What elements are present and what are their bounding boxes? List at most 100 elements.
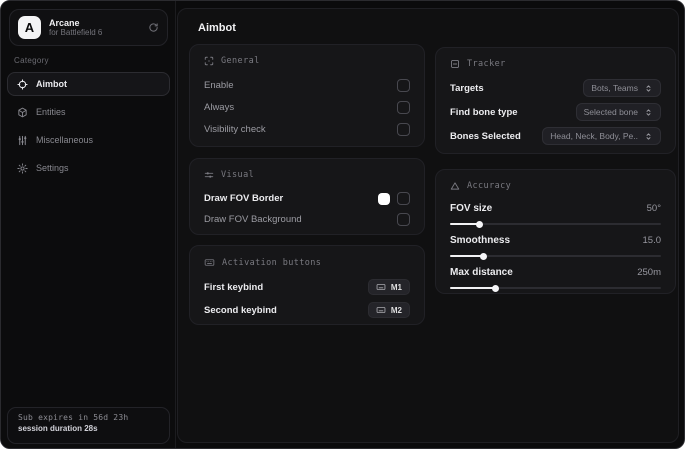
keyboard-icon (376, 282, 386, 292)
enable-checkbox[interactable] (397, 79, 410, 92)
sync-icon[interactable] (148, 22, 159, 33)
sidebar-item-entities[interactable]: Entities (7, 100, 170, 124)
bones-selected-value: Head, Neck, Body, Pe.. (550, 131, 638, 141)
page-title: Aimbot (198, 22, 236, 34)
fov-size-slider[interactable] (450, 220, 661, 228)
first-keybind-value: M1 (390, 282, 402, 292)
accuracy-card: Accuracy FOV size 50° Smoothness 15.0 Ma… (435, 169, 676, 294)
sidebar-item-settings[interactable]: Settings (7, 156, 170, 180)
fov-size-head: FOV size 50° (450, 203, 661, 214)
activation-header-label: Activation buttons (222, 257, 322, 268)
find-bone-type-row: Find bone type Selected bone (450, 103, 661, 121)
draw-fov-background-row: Draw FOV Background (204, 213, 410, 226)
bones-selected-label: Bones Selected (450, 130, 521, 142)
main-panel: Aimbot General Enable Always Visibility … (177, 8, 679, 443)
slider-fill (450, 252, 487, 260)
draw-fov-border-row: Draw FOV Border (204, 192, 410, 205)
brand-card[interactable]: A Arcane for Battlefield 6 (9, 9, 168, 46)
visibility-check-row: Visibility check (204, 123, 410, 136)
scan-target-icon (204, 56, 214, 66)
second-keybind-value: M2 (390, 305, 402, 315)
slider-thumb[interactable] (492, 284, 500, 292)
sidebar: A Arcane for Battlefield 6 Category Aimb… (1, 1, 176, 448)
cube-icon (17, 107, 28, 118)
always-row: Always (204, 101, 410, 114)
draw-fov-border-controls (378, 192, 410, 205)
vertical-sliders-icon (17, 135, 28, 146)
max-distance-slider[interactable] (450, 284, 661, 292)
targets-row: Targets Bots, Teams (450, 79, 661, 97)
max-distance-value: 250m (637, 267, 661, 278)
draw-fov-background-checkbox[interactable] (397, 213, 410, 226)
draw-fov-border-label: Draw FOV Border (204, 193, 284, 204)
second-keybind-row: Second keybind M2 (204, 302, 410, 318)
sidebar-item-label: Aimbot (36, 79, 67, 89)
draw-fov-border-checkbox[interactable] (397, 192, 410, 205)
app-logo-letter: A (24, 20, 35, 35)
always-checkbox[interactable] (397, 101, 410, 114)
smoothness-value: 15.0 (642, 235, 662, 246)
session-duration-text: session duration 28s (18, 424, 98, 433)
smoothness-head: Smoothness 15.0 (450, 235, 661, 246)
always-label: Always (204, 102, 235, 113)
unfold-icon (644, 84, 653, 93)
visual-header-label: Visual (221, 170, 255, 180)
tracker-header-label: Tracker (467, 59, 506, 69)
unfold-icon (644, 108, 653, 117)
sidebar-nav: Aimbot Entities Miscellaneous Settings (7, 72, 170, 180)
enable-label: Enable (204, 80, 234, 91)
activation-header: Activation buttons (204, 257, 410, 268)
gear-icon (17, 162, 28, 174)
second-keybind-label: Second keybind (204, 304, 277, 316)
first-keybind-label: First keybind (204, 281, 264, 293)
sidebar-item-miscellaneous[interactable]: Miscellaneous (7, 128, 170, 152)
keyboard-icon (376, 305, 386, 315)
category-label: Category (14, 56, 49, 65)
accuracy-header-label: Accuracy (467, 181, 512, 191)
max-distance-head: Max distance 250m (450, 267, 661, 278)
general-header-label: General (221, 56, 260, 66)
draw-fov-background-label: Draw FOV Background (204, 214, 302, 225)
find-bone-type-label: Find bone type (450, 106, 518, 118)
brand-name: Arcane (49, 17, 80, 28)
fov-border-color-swatch[interactable] (378, 192, 390, 205)
enable-row: Enable (204, 79, 410, 92)
brand-text: Arcane for Battlefield 6 (49, 18, 140, 38)
bones-selected-select[interactable]: Head, Neck, Body, Pe.. (542, 127, 661, 145)
sub-expiry-text: Sub expires in 56d 23h (18, 413, 129, 422)
tracker-header: Tracker (450, 59, 661, 69)
slider-fill (450, 220, 483, 228)
smoothness-slider[interactable] (450, 252, 661, 260)
second-keybind-button[interactable]: M2 (367, 302, 410, 318)
sidebar-item-label: Entities (36, 107, 66, 117)
first-keybind-button[interactable]: M1 (367, 279, 410, 295)
fov-size-value: 50° (646, 203, 661, 214)
slider-thumb[interactable] (479, 252, 487, 260)
sidebar-item-aimbot[interactable]: Aimbot (7, 72, 170, 96)
find-bone-type-value: Selected bone (583, 107, 638, 117)
unfold-icon (644, 132, 653, 141)
keyboard-icon (204, 257, 215, 268)
brand-subtitle: for Battlefield 6 (49, 28, 103, 38)
targets-select[interactable]: Bots, Teams (583, 79, 661, 97)
visual-header: Visual (204, 170, 410, 180)
visibility-check-checkbox[interactable] (397, 123, 410, 136)
general-card: General Enable Always Visibility check (189, 44, 425, 147)
activation-buttons-card: Activation buttons First keybind M1 Seco… (189, 245, 425, 325)
accuracy-header: Accuracy (450, 181, 661, 191)
sidebar-item-label: Settings (36, 163, 69, 173)
app-logo: A (18, 16, 41, 39)
visual-card: Visual Draw FOV Border Draw FOV Backgrou… (189, 158, 425, 235)
targets-value: Bots, Teams (591, 83, 638, 93)
general-header: General (204, 56, 410, 66)
slider-thumb[interactable] (475, 220, 483, 228)
adjustments-icon (204, 170, 214, 180)
first-keybind-row: First keybind M1 (204, 279, 410, 295)
subscription-status-card: Sub expires in 56d 23h session duration … (7, 407, 170, 444)
find-bone-type-select[interactable]: Selected bone (575, 103, 661, 121)
max-distance-label: Max distance (450, 267, 513, 278)
max-distance-group: Max distance 250m (450, 267, 661, 292)
app-window: A Arcane for Battlefield 6 Category Aimb… (0, 0, 685, 449)
smoothness-group: Smoothness 15.0 (450, 235, 661, 260)
bones-selected-row: Bones Selected Head, Neck, Body, Pe.. (450, 127, 661, 145)
